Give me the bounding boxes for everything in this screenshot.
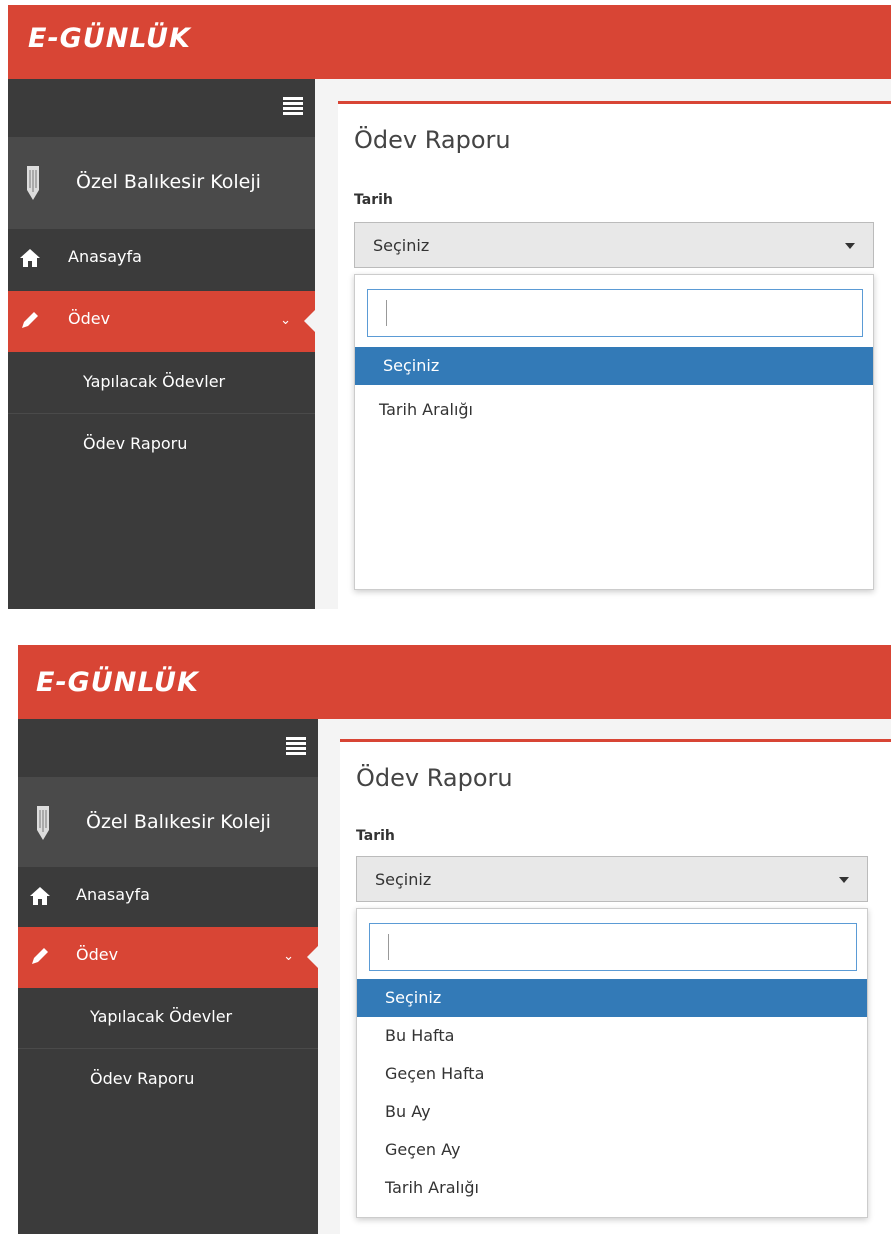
dropdown-option[interactable]: Bu Hafta bbox=[357, 1017, 867, 1055]
brand-logo[interactable]: E-GÜNLÜK bbox=[36, 667, 199, 698]
dropdown-search-input[interactable] bbox=[367, 289, 863, 337]
sidebar-item-odev[interactable]: Ödev ⌄ bbox=[8, 291, 316, 352]
active-notch bbox=[307, 945, 319, 969]
pencil-icon bbox=[22, 312, 38, 328]
sidebar-item-anasayfa[interactable]: Anasayfa bbox=[8, 229, 315, 290]
top-bar: E-GÜNLÜK bbox=[18, 645, 891, 719]
active-notch bbox=[304, 309, 316, 333]
top-bar: E-GÜNLÜK bbox=[8, 5, 891, 79]
sidebar-subitem-odev-raporu[interactable]: Ödev Raporu bbox=[8, 414, 315, 475]
screenshot-panel-1: E-GÜNLÜK Özel Balıkesir Koleji Anasayfa … bbox=[8, 5, 891, 609]
text-cursor bbox=[388, 934, 389, 960]
pen-nib-icon bbox=[37, 806, 49, 840]
sidebar-subitem-label: Ödev Raporu bbox=[83, 434, 188, 453]
page-title: Ödev Raporu bbox=[354, 126, 511, 154]
option-label: Bu Ay bbox=[385, 1102, 431, 1121]
caret-down-icon bbox=[839, 877, 849, 883]
sidebar-subitem-yapilacak-odevler[interactable]: Yapılacak Ödevler bbox=[18, 987, 318, 1049]
select-value: Seçiniz bbox=[373, 236, 430, 255]
dropdown-option[interactable]: Seçiniz bbox=[357, 979, 867, 1017]
sidebar-subitem-label: Yapılacak Ödevler bbox=[90, 1007, 233, 1026]
home-icon bbox=[20, 249, 40, 267]
sidebar-item-label: Anasayfa bbox=[76, 885, 150, 904]
content-box: Ödev Raporu Tarih Seçiniz Seçiniz Bu Haf… bbox=[340, 739, 891, 1234]
dropdown-option[interactable]: Geçen Hafta bbox=[357, 1055, 867, 1093]
screenshot-panel-2: E-GÜNLÜK Özel Balıkesir Koleji Anasayfa … bbox=[18, 645, 891, 1234]
dropdown-option[interactable]: Bu Ay bbox=[357, 1093, 867, 1131]
sidebar-item-odev[interactable]: Ödev ⌄ bbox=[18, 927, 319, 988]
sidebar-subitem-yapilacak-odevler[interactable]: Yapılacak Ödevler bbox=[8, 352, 315, 414]
chevron-down-icon: ⌄ bbox=[280, 313, 291, 328]
pen-nib-icon bbox=[27, 166, 39, 200]
text-cursor bbox=[386, 300, 387, 326]
sidebar-item-anasayfa[interactable]: Anasayfa bbox=[18, 867, 318, 928]
school-name: Özel Balıkesir Koleji bbox=[86, 811, 271, 833]
chevron-down-icon: ⌄ bbox=[283, 949, 294, 964]
select-value: Seçiniz bbox=[375, 870, 432, 889]
dropdown-option[interactable]: Tarih Aralığı bbox=[357, 1169, 867, 1207]
hamburger-menu-icon[interactable] bbox=[286, 737, 306, 755]
tarih-label: Tarih bbox=[354, 192, 393, 208]
sidebar-item-label: Ödev bbox=[68, 309, 111, 328]
dropdown-option[interactable]: Geçen Ay bbox=[357, 1131, 867, 1169]
dropdown-option[interactable]: Seçiniz bbox=[355, 347, 873, 385]
brand-logo[interactable]: E-GÜNLÜK bbox=[28, 23, 191, 54]
sidebar-subitem-label: Ödev Raporu bbox=[90, 1069, 195, 1088]
tarih-label: Tarih bbox=[356, 828, 395, 844]
content-box: Ödev Raporu Tarih Seçiniz Seçiniz Tarih … bbox=[338, 101, 891, 609]
page-title: Ödev Raporu bbox=[356, 764, 513, 792]
option-label: Tarih Aralığı bbox=[379, 400, 473, 419]
sidebar-subitem-label: Yapılacak Ödevler bbox=[83, 372, 226, 391]
option-label: Seçiniz bbox=[385, 988, 442, 1007]
tarih-dropdown: Seçiniz Tarih Aralığı bbox=[354, 274, 874, 590]
caret-down-icon bbox=[845, 243, 855, 249]
home-icon bbox=[30, 887, 50, 905]
school-name: Özel Balıkesir Koleji bbox=[76, 171, 261, 193]
option-label: Tarih Aralığı bbox=[385, 1178, 479, 1197]
school-header: Özel Balıkesir Koleji bbox=[18, 777, 318, 867]
tarih-select[interactable]: Seçiniz bbox=[356, 856, 868, 902]
sidebar: Özel Balıkesir Koleji Anasayfa Ödev ⌄ Ya… bbox=[8, 79, 316, 609]
sidebar-item-label: Ödev bbox=[76, 945, 119, 964]
hamburger-menu-icon[interactable] bbox=[283, 97, 303, 115]
option-label: Bu Hafta bbox=[385, 1026, 455, 1045]
dropdown-option[interactable]: Tarih Aralığı bbox=[355, 391, 873, 429]
tarih-select[interactable]: Seçiniz bbox=[354, 222, 874, 268]
sidebar-subitem-odev-raporu[interactable]: Ödev Raporu bbox=[18, 1049, 318, 1110]
school-header: Özel Balıkesir Koleji bbox=[8, 137, 315, 229]
option-label: Geçen Ay bbox=[385, 1140, 461, 1159]
tarih-dropdown: Seçiniz Bu Hafta Geçen Hafta Bu Ay Geçen… bbox=[356, 908, 868, 1218]
pencil-icon bbox=[32, 948, 48, 964]
sidebar-item-label: Anasayfa bbox=[68, 247, 142, 266]
dropdown-search-input[interactable] bbox=[369, 923, 857, 971]
option-label: Seçiniz bbox=[383, 356, 440, 375]
option-label: Geçen Hafta bbox=[385, 1064, 485, 1083]
sidebar: Özel Balıkesir Koleji Anasayfa Ödev ⌄ Ya… bbox=[18, 719, 319, 1234]
